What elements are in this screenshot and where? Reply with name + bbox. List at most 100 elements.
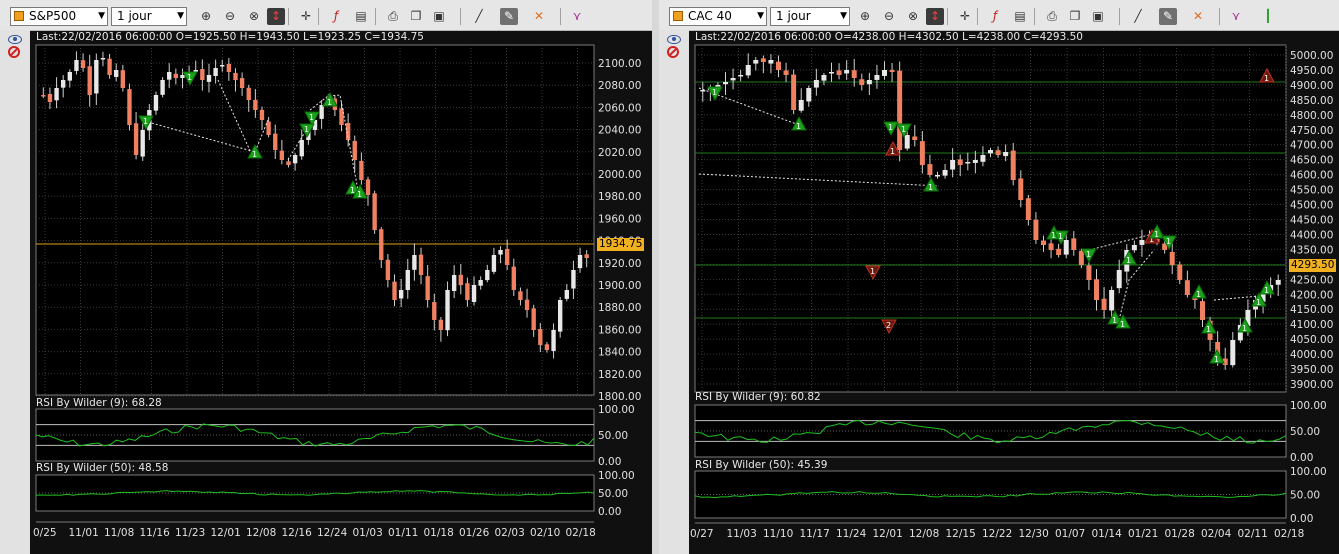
candle-body bbox=[776, 61, 781, 70]
date-axis-label: 0/25 bbox=[33, 527, 57, 539]
price-axis-label: 4350.00 bbox=[1290, 244, 1333, 256]
candle-body bbox=[745, 65, 751, 76]
candle-body bbox=[345, 123, 351, 140]
candle-body bbox=[1078, 250, 1084, 265]
rsi-axis-label: 50.00 bbox=[1290, 426, 1320, 438]
price-axis-label: 2100.00 bbox=[598, 58, 641, 70]
price-axis-label: 4700.00 bbox=[1290, 140, 1333, 152]
price-axis-label: 1840.00 bbox=[598, 347, 641, 359]
rsi-axis-label: 100.00 bbox=[598, 404, 635, 416]
date-axis-label: 02/18 bbox=[566, 527, 596, 539]
candle-body bbox=[821, 75, 827, 81]
candle-body bbox=[206, 75, 212, 82]
pane-splitter[interactable] bbox=[652, 0, 659, 554]
rsi-axis-label: 0.00 bbox=[1290, 513, 1313, 525]
candle-body bbox=[882, 70, 887, 76]
date-axis-label: 11/03 bbox=[727, 528, 757, 540]
date-axis-label: 02/18 bbox=[1274, 528, 1304, 540]
candle-body bbox=[730, 78, 736, 81]
candle-body bbox=[213, 68, 218, 76]
candle-body bbox=[950, 160, 956, 170]
price-axis-label: 4850.00 bbox=[1290, 95, 1333, 107]
date-axis-label: 12/22 bbox=[982, 528, 1012, 540]
candle-body bbox=[859, 79, 865, 85]
date-axis-label: 11/17 bbox=[800, 528, 830, 540]
date-axis-label: 02/10 bbox=[530, 527, 560, 539]
candle-body bbox=[226, 63, 232, 72]
price-axis-label: 4900.00 bbox=[1290, 80, 1333, 92]
date-axis-label: 11/16 bbox=[140, 527, 171, 539]
candle-body bbox=[127, 89, 132, 125]
candle-body bbox=[1003, 152, 1009, 157]
candle-body bbox=[392, 281, 397, 300]
candle-body bbox=[829, 72, 834, 74]
chart-pane-left: S&P500 ▼ 1 jour ▼ ⊕ ⊖ ⊗ ↕ ✛ ƒ ▤ ⎙ ❐ ▣ ╱ ✎ ✕ ⋎ Last:22… bbox=[0, 0, 652, 554]
candle-body bbox=[577, 255, 583, 269]
candle-body bbox=[120, 70, 126, 88]
candle-body bbox=[94, 60, 99, 94]
candle-body bbox=[54, 88, 59, 101]
candle-body bbox=[1056, 248, 1062, 255]
candle-body bbox=[114, 70, 119, 77]
signal-label: 1 bbox=[357, 190, 362, 199]
candle-body bbox=[173, 73, 179, 78]
signal-label: 1 bbox=[1196, 290, 1201, 299]
candle-body bbox=[379, 229, 384, 260]
candle-body bbox=[1109, 290, 1115, 311]
price-axis-label: 4050.00 bbox=[1290, 334, 1333, 346]
candle-body bbox=[418, 254, 424, 275]
candle-body bbox=[957, 159, 963, 165]
candle-body bbox=[87, 66, 92, 95]
price-axis-label: 1860.00 bbox=[598, 324, 641, 336]
candle-body bbox=[1177, 264, 1183, 280]
candle-body bbox=[385, 259, 391, 280]
candle-body bbox=[1033, 219, 1039, 240]
candle-body bbox=[564, 290, 569, 299]
price-axis-label: 4600.00 bbox=[1290, 170, 1333, 182]
candle-body bbox=[557, 300, 563, 332]
signal-label: 1 bbox=[143, 117, 148, 126]
candle-body bbox=[74, 60, 79, 71]
candle-body bbox=[904, 135, 910, 149]
date-axis-label: 11/24 bbox=[836, 528, 867, 540]
price-axis-label: 1800.00 bbox=[598, 391, 641, 403]
candle-body bbox=[233, 72, 238, 80]
price-axis-label: 1820.00 bbox=[598, 369, 641, 381]
candle-body bbox=[292, 155, 298, 164]
rsi-axis-label: 50.00 bbox=[598, 488, 628, 500]
rsi-axis-label: 0.00 bbox=[598, 456, 621, 468]
candle-body bbox=[61, 80, 66, 88]
candle-body bbox=[874, 75, 880, 80]
signal-label: 1 bbox=[1154, 230, 1159, 239]
candle-body bbox=[1101, 298, 1107, 310]
price-axis-label: 2020.00 bbox=[598, 147, 641, 159]
candle-body bbox=[80, 60, 86, 68]
candle-body bbox=[1071, 238, 1077, 250]
candle-body bbox=[531, 308, 536, 330]
candle-body bbox=[1230, 340, 1236, 366]
candle-body bbox=[498, 250, 503, 255]
price-plot-area bbox=[35, 44, 595, 396]
signal-label: 1 bbox=[712, 88, 717, 97]
candle-body bbox=[160, 80, 165, 95]
price-axis-label: 4800.00 bbox=[1290, 110, 1333, 122]
candle-body bbox=[1169, 251, 1175, 265]
candle-body bbox=[738, 75, 744, 77]
signal-label: 1 bbox=[1112, 316, 1117, 325]
rsi-axis-label: 50.00 bbox=[598, 430, 628, 442]
candle-body bbox=[273, 133, 278, 150]
candle-body bbox=[133, 123, 139, 155]
candle-body bbox=[753, 60, 759, 64]
candle-body bbox=[813, 80, 819, 88]
candle-body bbox=[47, 93, 53, 102]
candle-body bbox=[1010, 150, 1016, 180]
candle-body bbox=[1184, 280, 1190, 295]
candle-body bbox=[972, 160, 978, 163]
candle-body bbox=[851, 70, 857, 78]
candle-body bbox=[451, 275, 457, 292]
candle-body bbox=[768, 60, 774, 64]
date-axis-label: 12/01 bbox=[211, 527, 241, 539]
candle-body bbox=[153, 95, 159, 111]
signal-label: 1 bbox=[327, 98, 332, 107]
candle-body bbox=[140, 130, 145, 157]
